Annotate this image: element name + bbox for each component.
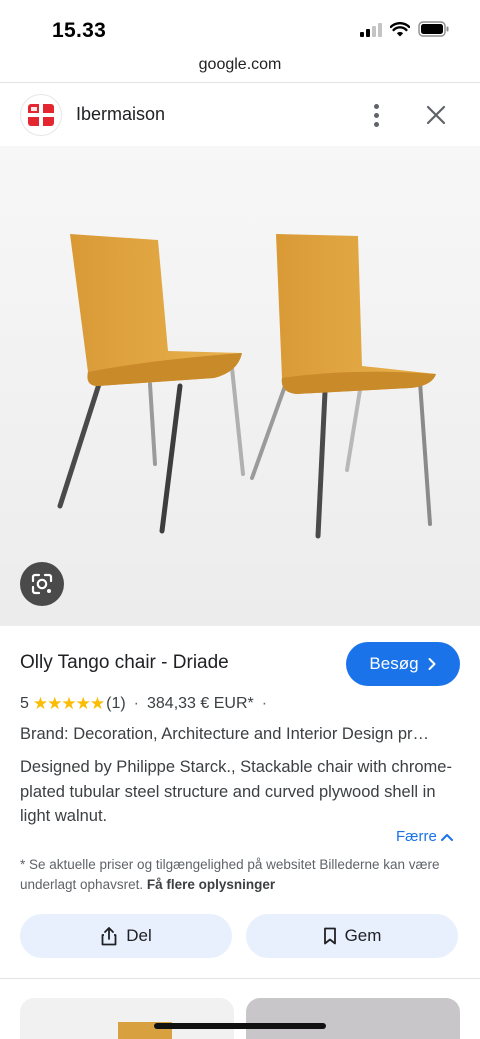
rating-row: 5 ★★★★★ (1) · 384,33 € EUR* · (20, 694, 275, 714)
share-icon (101, 927, 117, 946)
status-time: 15.33 (52, 19, 107, 42)
bookmark-icon (323, 927, 336, 945)
rating-value: 5 (20, 695, 29, 712)
related-result-card[interactable] (20, 998, 234, 1039)
product-image[interactable] (0, 146, 480, 626)
divider (0, 978, 480, 979)
status-icons (360, 21, 450, 37)
product-description: Designed by Philippe Starck., Stackable … (20, 758, 452, 825)
product-title: Olly Tango chair - Driade (20, 652, 229, 673)
separator: · (133, 695, 139, 712)
visit-button-label: Besøg (369, 654, 419, 673)
related-result-card[interactable] (246, 998, 460, 1039)
share-label: Del (126, 926, 152, 945)
signal-icon (360, 22, 382, 37)
status-bar: 15.33 (0, 0, 480, 56)
disclaimer: * Se aktuelle priser og tilgængelighed p… (20, 855, 460, 895)
close-icon[interactable] (420, 99, 452, 131)
wifi-icon (390, 21, 410, 36)
source-header: Ibermaison (0, 83, 480, 145)
visit-button[interactable]: Besøg (346, 642, 460, 686)
share-button[interactable]: Del (20, 914, 232, 958)
site-logo-icon[interactable] (20, 94, 62, 136)
price: 384,33 € EUR* (147, 695, 254, 712)
url-bar[interactable]: google.com (0, 56, 480, 82)
chevron-right-icon (428, 658, 436, 670)
fewer-label: Færre (396, 828, 437, 845)
more-info-link[interactable]: Få flere oplysninger (147, 877, 275, 892)
separator: · (261, 695, 268, 712)
home-indicator[interactable] (154, 1023, 326, 1029)
chevron-up-icon (440, 833, 453, 841)
save-label: Gem (344, 926, 382, 945)
rating-stars: ★★★★★ (32, 694, 105, 713)
google-lens-icon[interactable] (20, 562, 64, 606)
more-vert-icon[interactable] (362, 99, 390, 131)
save-button[interactable]: Gem (246, 914, 458, 958)
battery-icon (418, 21, 449, 37)
brand-line: Brand: Decoration, Architecture and Inte… (20, 725, 430, 743)
site-name[interactable]: Ibermaison (76, 104, 165, 125)
review-count[interactable]: (1) (106, 695, 126, 713)
fewer-button[interactable]: Færre (396, 828, 454, 845)
